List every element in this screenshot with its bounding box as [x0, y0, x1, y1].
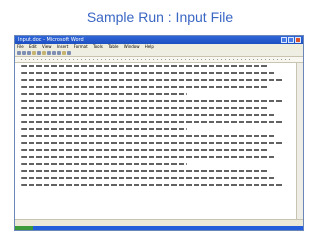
document-line: [21, 156, 276, 158]
start-button[interactable]: [15, 226, 33, 230]
close-icon[interactable]: [295, 37, 301, 43]
document-line: [21, 142, 284, 144]
copy-icon[interactable]: [52, 51, 56, 55]
document-line: [21, 79, 284, 81]
document-line: [21, 135, 276, 137]
vertical-scrollbar[interactable]: [296, 63, 303, 220]
document-line: [21, 163, 188, 165]
print-icon[interactable]: [32, 51, 36, 55]
minimize-icon[interactable]: [281, 37, 287, 43]
document-text: [21, 65, 289, 191]
document-line: [21, 128, 188, 130]
document-line: [21, 121, 284, 123]
document-line: [21, 184, 284, 186]
toolbar: [15, 50, 303, 57]
paste-icon[interactable]: [57, 51, 61, 55]
document-line: [21, 100, 284, 102]
document-line: [21, 86, 268, 88]
document-line: [21, 114, 276, 116]
save-icon[interactable]: [27, 51, 31, 55]
document-line: [21, 149, 268, 151]
preview-icon[interactable]: [37, 51, 41, 55]
slide-title: Sample Run : Input File: [86, 9, 234, 25]
menu-edit[interactable]: Edit: [29, 44, 37, 49]
window-title: Input.doc - Microsoft Word: [18, 37, 84, 43]
status-bar: [15, 219, 303, 226]
menu-table[interactable]: Table: [108, 44, 118, 49]
document-line: [21, 72, 276, 74]
open-icon[interactable]: [22, 51, 26, 55]
window-controls: [281, 37, 301, 43]
word-window-screenshot: Input.doc - Microsoft Word File Edit Vie…: [14, 35, 304, 231]
menu-insert[interactable]: Insert: [57, 44, 68, 49]
window-titlebar: Input.doc - Microsoft Word: [15, 36, 303, 44]
maximize-icon[interactable]: [288, 37, 294, 43]
spelling-icon[interactable]: [42, 51, 46, 55]
document-line: [21, 65, 268, 67]
menu-file[interactable]: File: [17, 44, 24, 49]
document-area[interactable]: [15, 63, 297, 220]
cut-icon[interactable]: [47, 51, 51, 55]
document-line: [21, 170, 268, 172]
menu-help[interactable]: Help: [145, 44, 154, 49]
menu-view[interactable]: View: [42, 44, 52, 49]
menu-format[interactable]: Format: [74, 44, 88, 49]
document-line: [21, 107, 268, 109]
undo-icon[interactable]: [62, 51, 66, 55]
menu-window[interactable]: Window: [124, 44, 140, 49]
new-icon[interactable]: [17, 51, 21, 55]
taskbar: [15, 226, 303, 230]
document-line: [21, 93, 188, 95]
menu-tools[interactable]: Tools: [93, 44, 103, 49]
document-line: [21, 177, 276, 179]
redo-icon[interactable]: [67, 51, 71, 55]
